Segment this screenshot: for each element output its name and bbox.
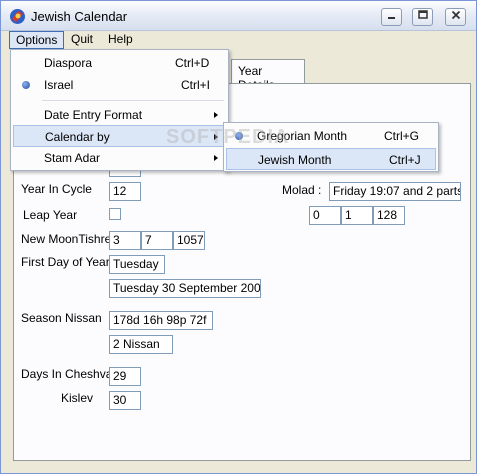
israel-shortcut: Ctrl+I	[181, 78, 211, 92]
gregorian-shortcut: Ctrl+G	[384, 129, 420, 143]
title-bar[interactable]: Jewish Calendar	[1, 1, 476, 31]
menu-item-stam-adar[interactable]: Stam Adar	[13, 147, 226, 169]
molad-field-1[interactable]: 0	[309, 206, 341, 225]
calendar-by-label: Calendar by	[45, 130, 110, 144]
israel-label: Israel	[44, 78, 74, 92]
stam-adar-label: Stam Adar	[44, 151, 101, 165]
first-day-of-year-field[interactable]: Tuesday	[109, 255, 165, 274]
molad-label: Molad :	[282, 183, 322, 197]
first-day-of-year-label: First Day of Year	[21, 255, 110, 269]
new-moon-tishrei-label: New MoonTishrei	[21, 232, 114, 246]
kislev-field[interactable]: 30	[109, 391, 141, 410]
close-button[interactable]	[445, 8, 466, 26]
molad-field[interactable]: Friday 19:07 and 2 parts	[329, 182, 461, 201]
minimize-button[interactable]	[381, 8, 402, 26]
submenu-arrow-icon	[214, 155, 218, 161]
app-icon	[10, 9, 25, 24]
radio-selected-icon	[22, 81, 30, 89]
menu-help[interactable]: Help	[102, 31, 139, 49]
menu-quit[interactable]: Quit	[65, 31, 99, 49]
season-nissan-date-field[interactable]: 2 Nissan	[109, 335, 173, 354]
close-icon	[451, 10, 460, 20]
tab-year-details[interactable]: Year Details	[231, 59, 305, 92]
menu-item-israel[interactable]: Israel Ctrl+I	[13, 74, 226, 96]
year-in-cycle-label: Year In Cycle	[21, 182, 92, 196]
options-menu: Diaspora Ctrl+D Israel Ctrl+I Date Entry…	[10, 49, 229, 171]
diaspora-label: Diaspora	[44, 56, 93, 70]
maximize-icon	[417, 10, 428, 19]
submenu-arrow-icon	[214, 112, 218, 118]
kislev-label: Kislev	[61, 391, 94, 405]
new-moon-tishrei-field-1[interactable]: 3	[109, 231, 141, 250]
jewish-shortcut: Ctrl+J	[389, 153, 421, 167]
menu-item-diaspora[interactable]: Diaspora Ctrl+D	[13, 52, 226, 74]
diaspora-shortcut: Ctrl+D	[175, 56, 210, 70]
new-moon-tishrei-field-2[interactable]: 7	[141, 231, 173, 250]
menu-options[interactable]: Options	[9, 31, 65, 49]
first-day-date-field[interactable]: Tuesday 30 September 2008	[109, 279, 261, 298]
days-in-cheshvan-label: Days In Cheshvan	[21, 367, 120, 381]
watermark: SOFTPEDIA	[166, 126, 290, 148]
window-title: Jewish Calendar	[31, 9, 128, 24]
new-moon-tishrei-field-3[interactable]: 1057	[173, 231, 205, 250]
minimize-icon	[387, 17, 395, 19]
maximize-button[interactable]	[412, 8, 433, 26]
days-in-cheshvan-field[interactable]: 29	[109, 367, 141, 386]
molad-field-2[interactable]: 1	[341, 206, 373, 225]
menu-bar: Options Quit Help	[1, 31, 476, 49]
season-nissan-label: Season Nissan	[21, 311, 102, 325]
date-entry-format-label: Date Entry Format	[44, 108, 143, 122]
menu-item-jewish-month[interactable]: Jewish Month Ctrl+J	[226, 148, 436, 170]
jewish-month-label: Jewish Month	[258, 153, 332, 167]
menu-item-date-entry-format[interactable]: Date Entry Format	[13, 104, 226, 126]
leap-year-checkbox[interactable]	[109, 208, 121, 220]
app-window: Jewish Calendar Options Quit Help Year D…	[0, 0, 477, 474]
menu-separator	[42, 100, 224, 101]
year-in-cycle-field[interactable]: 12	[109, 182, 141, 201]
leap-year-label: Leap Year	[23, 208, 78, 222]
molad-field-3[interactable]: 128	[373, 206, 405, 225]
season-nissan-field[interactable]: 178d 16h 98p 72f	[109, 311, 213, 330]
